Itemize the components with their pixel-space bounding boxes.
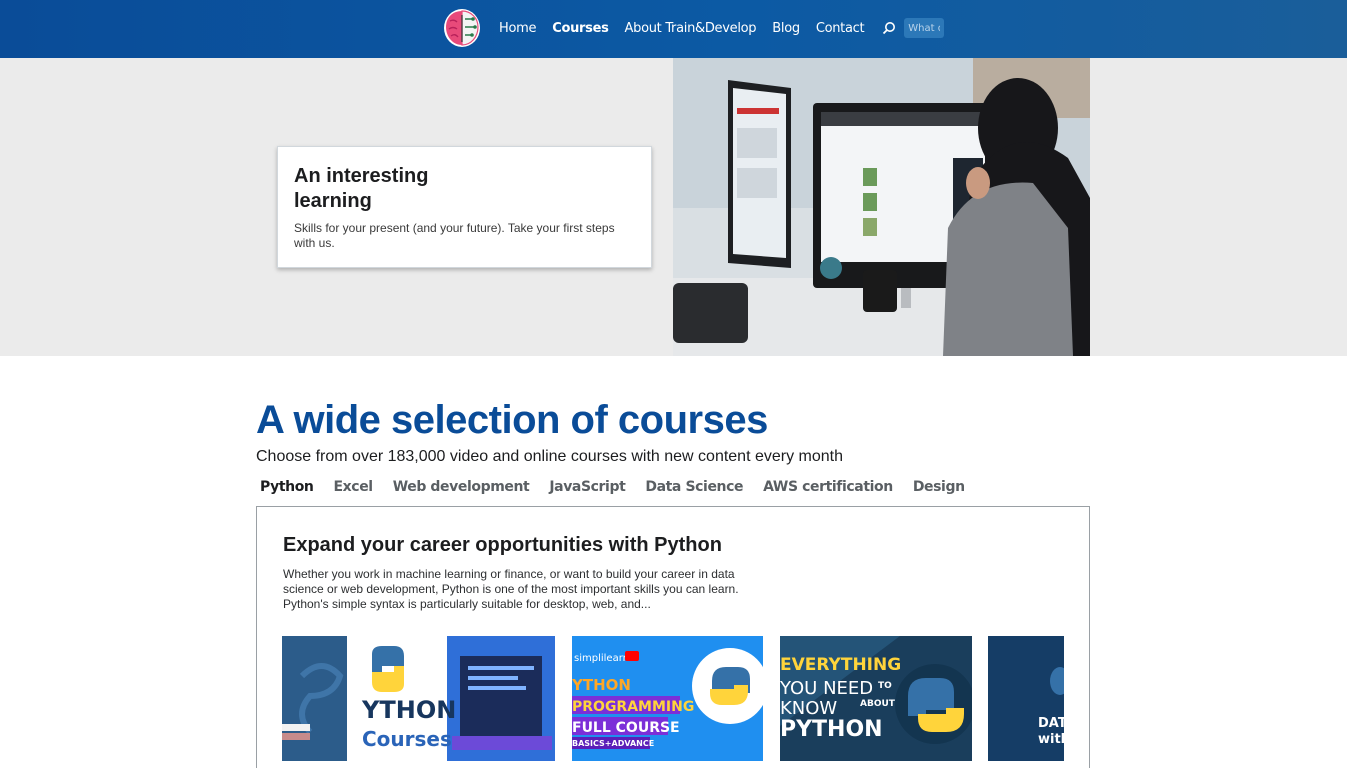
course-thumbnail[interactable]: YTHON Courses bbox=[282, 636, 555, 761]
thumb4-line2: with bbox=[1038, 732, 1064, 747]
search-icon[interactable] bbox=[882, 21, 896, 35]
thumb2-line5: BASICS+ADVANCE bbox=[572, 739, 654, 748]
course-thumbnail[interactable]: DAT with bbox=[988, 636, 1064, 761]
search-input[interactable] bbox=[904, 18, 945, 38]
thumb2-line3: PROGRAMMING bbox=[572, 699, 694, 715]
tab-web-development[interactable]: Web development bbox=[389, 479, 534, 495]
tab-javascript[interactable]: JavaScript bbox=[545, 479, 629, 495]
thumb3-line5: ABOUT bbox=[860, 699, 896, 709]
nav-blog-link[interactable]: Blog bbox=[772, 21, 800, 36]
hero-photo bbox=[673, 58, 1090, 356]
brain-logo-icon[interactable] bbox=[443, 7, 481, 49]
thumb2-line1: simplilearn bbox=[574, 653, 629, 664]
nav-about-link[interactable]: About Train&Develop bbox=[625, 21, 757, 36]
course-thumbnail[interactable]: EVERYTHING YOU NEED TO KNOW ABOUT PYTHON bbox=[780, 636, 972, 761]
main-nav: Home Courses About Train&Develop Blog Co… bbox=[443, 6, 945, 50]
panel-description: Whether you work in machine learning or … bbox=[283, 567, 739, 611]
hero-title: An interesting learning bbox=[294, 165, 429, 212]
thumb3-line2: YOU NEED bbox=[780, 678, 873, 699]
thumb1-line1: YTHON bbox=[361, 696, 456, 724]
tab-python[interactable]: Python bbox=[256, 479, 318, 495]
top-navigation-bar: Home Courses About Train&Develop Blog Co… bbox=[0, 0, 1347, 58]
thumb4-line1: DAT bbox=[1038, 716, 1064, 731]
thumb3-line6: PYTHON bbox=[780, 717, 883, 742]
thumb3-line1: EVERYTHING bbox=[780, 655, 901, 675]
panel-title: Expand your career opportunities with Py… bbox=[283, 534, 722, 556]
tab-excel[interactable]: Excel bbox=[330, 479, 377, 495]
nav-contact-link[interactable]: Contact bbox=[816, 21, 865, 36]
thumb2-line2: YTHON bbox=[572, 676, 631, 694]
tab-aws-certification[interactable]: AWS certification bbox=[759, 479, 897, 495]
tab-design[interactable]: Design bbox=[909, 479, 969, 495]
section-subtitle: Choose from over 183,000 video and onlin… bbox=[256, 448, 844, 465]
nav-courses-link[interactable]: Courses bbox=[552, 21, 609, 36]
thumb1-line2: Courses bbox=[362, 727, 452, 751]
section-title: A wide selection of courses bbox=[256, 398, 768, 442]
thumb2-line4: FULL COURSE bbox=[572, 720, 680, 736]
thumb3-line4: KNOW bbox=[780, 698, 837, 719]
thumb3-line3: TO bbox=[878, 681, 892, 691]
hero-card: An interesting learning Skills for your … bbox=[277, 146, 652, 268]
nav-home-link[interactable]: Home bbox=[499, 21, 537, 36]
hero-subtitle: Skills for your present (and your future… bbox=[294, 221, 615, 250]
course-category-tabs: Python Excel Web development JavaScript … bbox=[256, 479, 981, 495]
course-thumbnail[interactable]: simplilearn YTHON PROGRAMMING FULL COURS… bbox=[572, 636, 763, 761]
tab-data-science[interactable]: Data Science bbox=[641, 479, 747, 495]
